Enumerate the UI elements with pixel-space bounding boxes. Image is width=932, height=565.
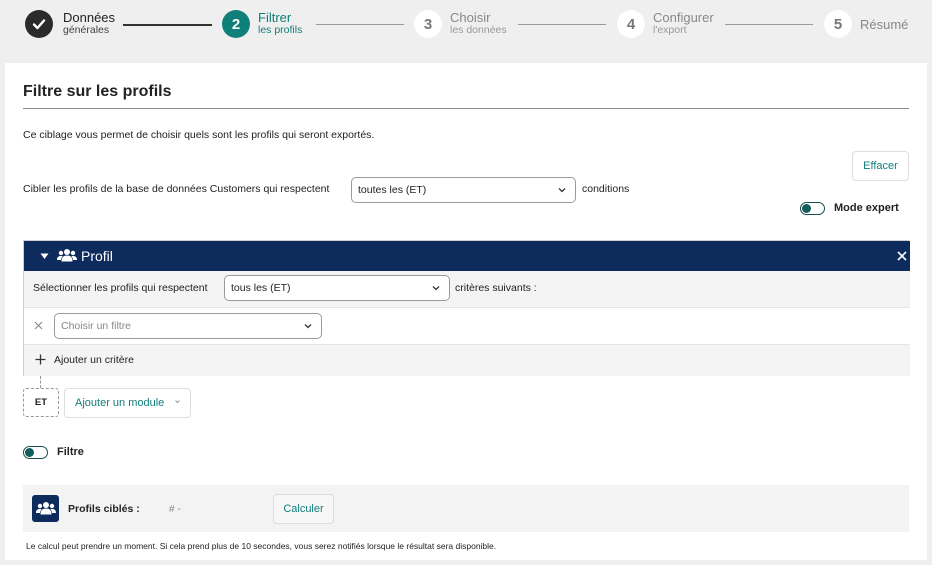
module-title: Profil: [81, 248, 113, 264]
step-filtrer-profils[interactable]: 2 Filtrer les profils: [222, 10, 302, 38]
step-subtitle: l'export: [653, 24, 687, 36]
chevron-down-icon: [304, 324, 312, 329]
step-number: 2: [222, 10, 250, 38]
target-condition-value: toutes les (ET): [358, 184, 427, 196]
step-connector: [518, 24, 606, 25]
step-resume[interactable]: 5 Résumé: [824, 10, 908, 38]
criteria-suffix-label: critères suivants :: [455, 282, 537, 294]
criteria-prefix-label: Sélectionner les profils qui respectent: [33, 282, 208, 294]
close-icon[interactable]: [897, 251, 907, 261]
stepper: Données générales 2 Filtrer les profils …: [0, 0, 932, 50]
step-connector: [123, 24, 212, 26]
target-condition-select[interactable]: toutes les (ET): [351, 177, 576, 203]
step-connector: [725, 24, 813, 25]
users-icon: [32, 495, 59, 522]
step-title: Résumé: [860, 16, 909, 32]
targeted-profiles-box: Profils ciblés : # - Calculer: [23, 485, 909, 532]
chevron-down-icon: [558, 188, 566, 193]
page-title: Filtre sur les profils: [23, 83, 172, 100]
users-icon: [57, 249, 77, 262]
calculate-button[interactable]: Calculer: [273, 494, 334, 524]
calculation-note: Le calcul peut prendre un moment. Si cel…: [26, 541, 497, 551]
step-number: 3: [414, 10, 442, 38]
step-configurer-export[interactable]: 4 Configurer l'export: [617, 10, 714, 38]
step-subtitle: générales: [63, 24, 110, 36]
step-title: Configurer: [653, 10, 714, 25]
filter-placeholder: Choisir un filtre: [61, 320, 132, 332]
step-number: 5: [824, 10, 852, 38]
operator-et-box[interactable]: ET: [23, 388, 59, 417]
filter-card: Filtre sur les profils Ce ciblage vous p…: [5, 63, 927, 560]
add-module-button[interactable]: Ajouter un module: [64, 388, 191, 418]
filter-toggle-label: Filtre: [57, 446, 84, 458]
expert-mode-label: Mode expert: [834, 202, 899, 214]
step-subtitle: les profils: [258, 24, 303, 36]
step-choisir-donnees[interactable]: 3 Choisir les données: [414, 10, 507, 38]
chevron-down-icon: [175, 400, 180, 404]
filter-toggle[interactable]: [23, 446, 48, 459]
targeted-profiles-label: Profils ciblés :: [68, 503, 140, 515]
step-donnees-generales[interactable]: Données générales: [25, 10, 115, 38]
module-header: Profil: [24, 241, 910, 271]
check-icon: [25, 10, 53, 38]
target-prefix-label: Cibler les profils de la base de données…: [23, 183, 330, 195]
remove-filter-icon[interactable]: [34, 321, 43, 330]
step-connector: [316, 24, 404, 25]
step-title: Données: [63, 10, 116, 25]
operator-connector: [40, 376, 41, 388]
criteria-match-select[interactable]: tous les (ET): [224, 275, 450, 301]
step-title: Filtrer: [258, 10, 292, 25]
add-module-label: Ajouter un module: [75, 397, 165, 409]
add-criterion-label: Ajouter un critère: [54, 354, 134, 366]
profil-module: Profil Sélectionner les profils qui resp…: [23, 240, 910, 376]
filter-row: Choisir un filtre: [24, 308, 910, 345]
step-subtitle: les données: [450, 24, 507, 36]
chevron-down-icon: [432, 286, 440, 291]
expert-mode-toggle[interactable]: [800, 202, 825, 215]
title-divider: [23, 108, 909, 109]
criteria-match-value: tous les (ET): [231, 282, 291, 294]
page-description: Ce ciblage vous permet de choisir quels …: [23, 129, 375, 141]
add-criterion-button[interactable]: Ajouter un critère: [24, 345, 910, 376]
step-number: 4: [617, 10, 645, 38]
filter-select[interactable]: Choisir un filtre: [54, 313, 322, 339]
targeted-profiles-count: # -: [169, 504, 181, 515]
target-suffix-label: conditions: [582, 183, 630, 195]
collapse-triangle-icon[interactable]: [40, 253, 49, 260]
criteria-match-row: Sélectionner les profils qui respectent …: [24, 271, 910, 308]
step-title: Choisir: [450, 10, 491, 25]
plus-icon: [35, 354, 46, 365]
clear-button[interactable]: Effacer: [852, 151, 909, 181]
